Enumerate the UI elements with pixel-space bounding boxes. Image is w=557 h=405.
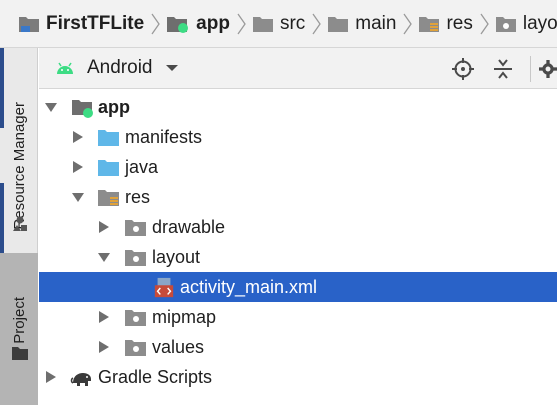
collapse-all-icon — [494, 59, 512, 79]
breadcrumb-item-res[interactable]: res — [418, 0, 473, 47]
tree-label: mipmap — [152, 307, 217, 327]
resource-folder-icon — [98, 190, 119, 206]
folder-icon — [252, 16, 273, 32]
android-icon — [57, 62, 73, 74]
collapsed-arrow-icon[interactable] — [98, 311, 110, 323]
gradle-elephant-icon — [70, 373, 91, 386]
left-tool-strip: Resource Manager 1: Project — [0, 48, 38, 405]
tree-item-drawable[interactable]: drawable — [39, 212, 557, 242]
expanded-arrow-icon[interactable] — [45, 101, 57, 113]
expanded-arrow-icon[interactable] — [98, 251, 110, 263]
chevron-right-icon — [479, 0, 491, 47]
collapsed-arrow-icon[interactable] — [45, 371, 57, 383]
tree-label: activity_main.xml — [180, 277, 318, 297]
breadcrumb-label: layout — [522, 12, 557, 34]
breadcrumb-label: src — [279, 12, 306, 34]
collapsed-arrow-icon[interactable] — [72, 131, 84, 143]
package-folder-icon — [125, 220, 146, 236]
folder-icon — [12, 347, 28, 360]
project-view-selector[interactable]: Android — [55, 57, 179, 79]
tree-label: app — [98, 97, 131, 117]
tree-label: layout — [152, 247, 201, 267]
chevron-right-icon — [236, 0, 248, 47]
collapsed-arrow-icon[interactable] — [72, 161, 84, 173]
folder-icon — [98, 160, 119, 176]
tree-item-gradle-scripts[interactable]: Gradle Scripts — [39, 362, 557, 392]
breadcrumb-label: app — [196, 12, 230, 34]
package-folder-icon — [125, 340, 146, 356]
tree-label: drawable — [152, 217, 226, 237]
collapse-all-button[interactable] — [491, 57, 515, 81]
package-folder-icon — [125, 310, 146, 326]
layout-file-icon — [154, 277, 174, 298]
chevron-down-icon — [165, 65, 178, 71]
gear-icon — [539, 60, 557, 78]
breadcrumb-item-layout[interactable]: layout — [495, 0, 557, 47]
tree-item-java[interactable]: java — [39, 152, 557, 182]
tree-item-activity-main-xml[interactable]: activity_main.xml — [39, 272, 557, 302]
folder-icon — [98, 130, 119, 146]
tree-item-layout[interactable]: layout — [39, 242, 557, 272]
locate-file-button[interactable] — [451, 57, 475, 81]
breadcrumb-item-src[interactable]: src — [252, 0, 305, 47]
package-folder-icon — [495, 16, 516, 32]
shapes-icon — [13, 216, 27, 231]
tree-item-manifests[interactable]: manifests — [39, 122, 557, 152]
folder-icon — [328, 16, 349, 32]
tree-label: values — [152, 337, 205, 357]
project-tree: app manifests java res drawable layout a… — [39, 90, 557, 405]
breadcrumb-label: res — [446, 12, 473, 34]
chevron-right-icon — [150, 0, 162, 47]
expanded-arrow-icon[interactable] — [72, 191, 84, 203]
view-selector-label: Android — [87, 57, 153, 78]
tree-item-mipmap[interactable]: mipmap — [39, 302, 557, 332]
breadcrumb-label: FirstTFLite — [46, 12, 145, 34]
locate-icon — [452, 58, 474, 80]
chevron-right-icon — [402, 0, 414, 47]
resource-folder-icon — [419, 16, 440, 32]
tree-label: res — [125, 187, 151, 207]
settings-button[interactable] — [539, 57, 557, 81]
breadcrumb-item-main[interactable]: main — [327, 0, 396, 47]
toolbar-divider — [530, 56, 531, 82]
module-folder-icon — [72, 100, 93, 118]
breadcrumb-item-app[interactable]: app — [166, 0, 230, 47]
resource-manager-label: Resource Manager — [10, 101, 28, 230]
project-folder-icon — [19, 16, 39, 32]
tree-label: java — [125, 157, 159, 177]
tree-label: manifests — [125, 127, 203, 147]
breadcrumb-label: main — [355, 12, 397, 34]
tab-project[interactable]: 1: Project — [0, 253, 38, 405]
tree-item-res[interactable]: res — [39, 182, 557, 212]
breadcrumb: FirstTFLite app src main res layo — [0, 0, 557, 48]
module-folder-icon — [167, 16, 189, 33]
tree-label: Gradle Scripts — [98, 367, 213, 387]
collapsed-arrow-icon[interactable] — [98, 221, 110, 233]
project-panel-toolbar: Android — [39, 48, 557, 89]
package-folder-icon — [125, 250, 146, 266]
breadcrumb-item-project[interactable]: FirstTFLite — [18, 0, 144, 47]
collapsed-arrow-icon[interactable] — [98, 341, 110, 353]
tree-item-values[interactable]: values — [39, 332, 557, 362]
chevron-right-icon — [311, 0, 323, 47]
tree-item-app[interactable]: app — [39, 92, 557, 122]
